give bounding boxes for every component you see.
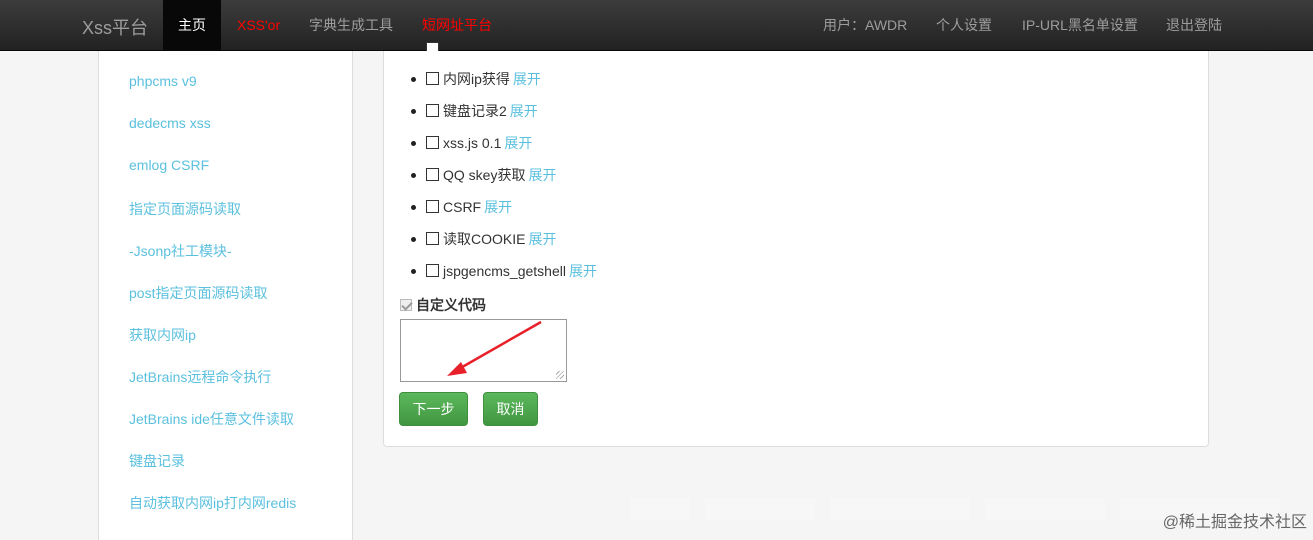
annotation-arrow-icon <box>447 320 542 376</box>
expand-link[interactable]: 展开 <box>569 263 597 279</box>
sidebar-item[interactable]: JetBrains远程命令执行 <box>129 367 271 387</box>
expand-link[interactable]: 展开 <box>528 231 556 247</box>
expand-link[interactable]: 展开 <box>484 199 512 215</box>
resize-grip-icon[interactable] <box>556 371 564 379</box>
bullet-icon <box>411 77 416 82</box>
module-item: QQ skey获取 展开 <box>411 165 556 185</box>
sidebar: phpcms v9 dedecms xss emlog CSRF 指定页面源码读… <box>98 51 353 540</box>
user-label: 用户：AWDR <box>823 17 908 33</box>
custom-code-label: 自定义代码 <box>416 297 486 313</box>
nav-settings[interactable]: 个人设置 <box>936 0 992 51</box>
expand-link[interactable]: 展开 <box>528 167 556 183</box>
bullet-icon <box>411 269 416 274</box>
sidebar-item[interactable]: JetBrains ide任意文件读取 <box>129 409 294 429</box>
custom-code-row: 自定义代码 <box>400 295 486 315</box>
watermark-corner: @稀土掘金技术社区 <box>1162 514 1307 531</box>
bullet-icon <box>411 109 416 114</box>
module-checkbox[interactable] <box>426 136 439 149</box>
sidebar-item[interactable]: 自动获取内网ip打内网redis <box>129 493 296 513</box>
sidebar-item[interactable]: 键盘记录 <box>129 451 185 471</box>
sidebar-item[interactable]: post指定页面源码读取 <box>129 283 267 303</box>
nav-xssor[interactable]: XSS'or <box>237 0 280 51</box>
sidebar-item[interactable]: emlog CSRF <box>129 157 209 173</box>
module-item-clipped <box>426 39 443 51</box>
top-navbar: Xss平台 主页 XSS'or 字典生成工具 短网址平台 用户：AWDR 个人设… <box>0 0 1313 51</box>
cancel-button[interactable]: 取消 <box>483 392 538 426</box>
module-checkbox[interactable] <box>426 72 439 85</box>
module-item: 键盘记录2 展开 <box>411 101 538 121</box>
module-item: xss.js 0.1 展开 <box>411 133 532 153</box>
sidebar-item[interactable]: 指定页面源码读取 <box>129 199 241 219</box>
sidebar-item[interactable]: phpcms v9 <box>129 73 197 89</box>
module-item: jspgencms_getshell 展开 <box>411 261 597 281</box>
module-checkbox[interactable] <box>426 168 439 181</box>
module-name: xss.js 0.1 <box>443 135 502 151</box>
module-checkbox[interactable] <box>426 200 439 213</box>
sidebar-item[interactable]: 获取内网ip <box>129 325 196 345</box>
custom-code-checkbox[interactable] <box>400 299 412 311</box>
bullet-icon <box>411 205 416 210</box>
module-name: CSRF <box>443 199 482 215</box>
brand-logo[interactable]: Xss平台 <box>82 14 148 40</box>
expand-link[interactable]: 展开 <box>504 135 532 151</box>
module-name: 读取COOKIE <box>443 231 526 247</box>
expand-link[interactable]: 展开 <box>510 103 538 119</box>
expand-link[interactable]: 展开 <box>513 71 541 87</box>
module-panel: 内网ip获得 展开 键盘记录2 展开 xss.js 0.1 展开 QQ skey获取展… <box>383 42 1209 447</box>
next-step-button[interactable]: 下一步 <box>399 392 468 426</box>
module-checkbox[interactable] <box>426 42 439 51</box>
sidebar-item[interactable]: -Jsonp社工模块- <box>129 241 232 261</box>
sidebar-item[interactable]: dedecms xss <box>129 115 211 131</box>
module-checkbox[interactable] <box>426 104 439 117</box>
module-checkbox[interactable] <box>426 232 439 245</box>
nav-home[interactable]: 主页 <box>163 0 221 51</box>
bullet-icon <box>411 237 416 242</box>
module-name: 内网ip获得 <box>443 71 510 87</box>
module-name: jspgencms_getshell <box>443 263 566 279</box>
bullet-icon <box>411 141 416 146</box>
nav-dict-generator[interactable]: 字典生成工具 <box>309 0 393 51</box>
nav-logout[interactable]: 退出登陆 <box>1166 0 1222 51</box>
module-item: CSRF 展开 <box>411 197 512 217</box>
module-checkbox[interactable] <box>426 264 439 277</box>
module-item: 内网ip获得 展开 <box>411 69 541 89</box>
module-name: 键盘记录2 <box>443 103 507 119</box>
bullet-icon <box>411 173 416 178</box>
module-name: QQ skey获取 <box>443 167 526 183</box>
nav-blacklist[interactable]: IP-URL黑名单设置 <box>1022 0 1138 51</box>
module-item: 读取COOKIE 展开 <box>411 229 556 249</box>
